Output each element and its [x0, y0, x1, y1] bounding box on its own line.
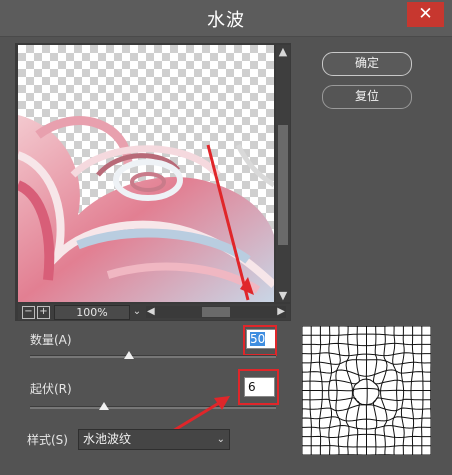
highlight-box-ridges	[238, 369, 279, 405]
preview-panel: ▲ ▼ − + 100% ⌄ ◀ ▶	[15, 43, 291, 321]
zoom-level-field[interactable]: 100%	[54, 305, 130, 320]
ripple-dialog: 水波 ✕ ▲ ▼ − + 100% ⌄ ◀ ▶ 确定 复位 数量(A) 50 起…	[0, 0, 452, 475]
amount-slider-handle[interactable]	[124, 351, 135, 359]
ridges-slider-handle[interactable]	[98, 402, 109, 410]
title-bar: 水波 ✕	[0, 0, 452, 37]
vertical-scroll-thumb[interactable]	[278, 125, 288, 245]
distortion-grid-preview	[301, 325, 432, 456]
distortion-grid	[301, 325, 432, 456]
close-icon: ✕	[418, 4, 433, 24]
amount-slider-track[interactable]	[30, 355, 276, 358]
scroll-left-icon[interactable]: ◀	[147, 306, 155, 317]
minus-icon: −	[24, 306, 33, 317]
amount-label: 数量(A)	[30, 333, 72, 347]
highlight-box-amount	[243, 325, 277, 356]
style-select[interactable]: 水池波纹 ⌄	[78, 429, 230, 450]
ok-button[interactable]: 确定	[322, 52, 412, 76]
plus-icon: +	[39, 306, 48, 317]
close-button[interactable]: ✕	[407, 2, 444, 27]
chevron-down-icon: ⌄	[216, 434, 225, 445]
style-select-value: 水池波纹	[83, 432, 132, 446]
reset-button[interactable]: 复位	[322, 85, 412, 109]
chevron-down-icon: ⌄	[132, 306, 142, 317]
preview-canvas[interactable]	[18, 45, 274, 302]
dialog-title: 水波	[207, 10, 245, 31]
zoom-dropdown-button[interactable]: ⌄	[130, 305, 144, 319]
preview-horizontal-scrollbar[interactable]: ◀ ▶	[146, 306, 286, 318]
preview-vertical-scrollbar[interactable]: ▲ ▼	[276, 45, 290, 302]
style-label: 样式(S)	[27, 433, 68, 447]
zoom-out-button[interactable]: −	[22, 306, 35, 319]
scroll-down-icon[interactable]: ▼	[278, 289, 288, 302]
zoom-bar: − + 100% ⌄ ◀ ▶	[18, 304, 290, 320]
ridges-label: 起伏(R)	[30, 382, 72, 396]
ripple-preview-image	[18, 115, 274, 302]
scroll-right-icon[interactable]: ▶	[277, 306, 285, 317]
zoom-in-button[interactable]: +	[37, 306, 50, 319]
horizontal-scroll-thumb[interactable]	[202, 307, 230, 317]
scroll-up-icon[interactable]: ▲	[278, 45, 288, 58]
